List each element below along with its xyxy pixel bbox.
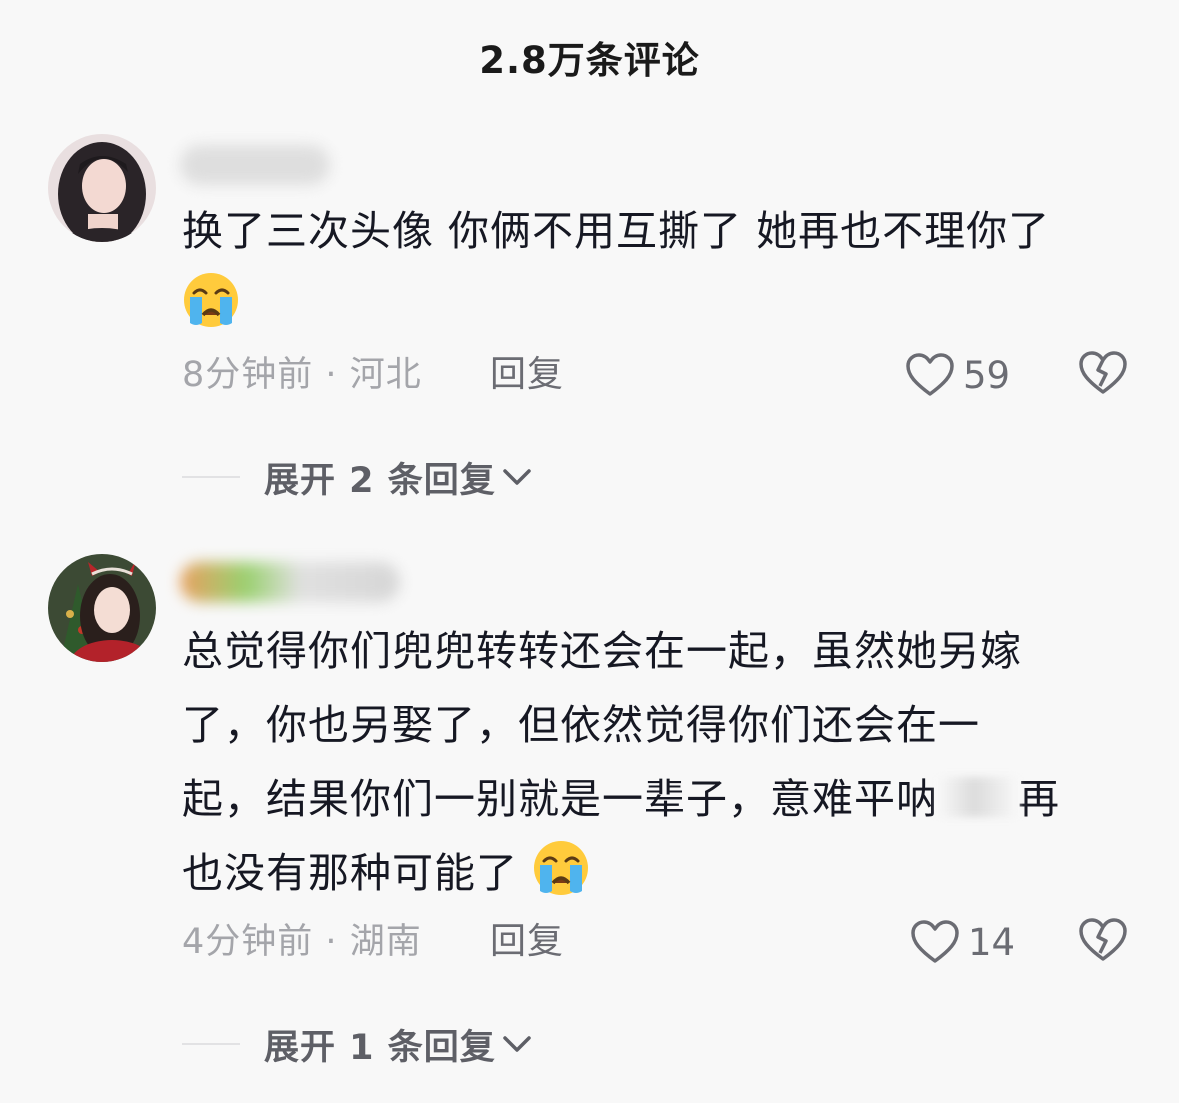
comment-text-line: 总觉得你们兜兜转转还会在一起，虽然她另嫁 (182, 627, 1022, 675)
heart-outline-icon (911, 920, 959, 963)
comment-text: 换了三次头像 你俩不用互撕了 她再也不理你了 (182, 194, 1122, 342)
expand-replies-button[interactable]: 展开 1 条回复 (182, 1019, 534, 1069)
comment-text-line: 也没有那种可能了 (182, 849, 518, 897)
comment-meta: 4分钟前 · 湖南 (182, 922, 422, 962)
chevron-down-icon (502, 469, 531, 485)
expand-replies-label: 展开 1 条回复 (264, 1027, 496, 1068)
comment-location: 湖南 (349, 922, 422, 962)
dislike-button[interactable] (1078, 917, 1128, 967)
comment-time: 8分钟前 (182, 355, 314, 395)
crying-face-emoji-icon (182, 271, 240, 329)
broken-heart-icon (1079, 918, 1127, 961)
reply-button[interactable]: 回复 (490, 917, 564, 967)
username-blurred[interactable] (180, 562, 400, 602)
reply-button[interactable]: 回复 (490, 350, 564, 400)
crying-face-emoji-icon (532, 839, 590, 897)
like-count: 59 (963, 353, 1011, 397)
divider-line (182, 1043, 240, 1045)
expand-replies-button[interactable]: 展开 2 条回复 (182, 452, 534, 502)
username-blurred[interactable] (180, 145, 330, 185)
comment-location: 河北 (349, 355, 422, 395)
comment-count-title: 2.8万条评论 (479, 39, 700, 82)
dislike-button[interactable] (1078, 350, 1128, 400)
comment-text-line: 起，结果你们一别就是一辈子，意难平呐 (182, 775, 938, 823)
comment-text-line: 再 (1018, 775, 1060, 823)
comment-meta: 8分钟前 · 河北 (182, 355, 422, 395)
like-button[interactable]: 14 (910, 917, 1015, 967)
avatar[interactable] (48, 134, 156, 242)
comment-time: 4分钟前 (182, 922, 314, 962)
broken-heart-icon (1079, 351, 1127, 394)
chevron-down-icon (502, 1036, 531, 1052)
like-count: 14 (968, 920, 1016, 964)
comment-text-line: 了，你也另娶了，但依然觉得你们还会在一 (182, 701, 980, 749)
blurred-mention (938, 777, 1018, 817)
heart-outline-icon (906, 353, 954, 396)
expand-replies-label: 展开 2 条回复 (264, 460, 496, 501)
comment-text: 总觉得你们兜兜转转还会在一起，虽然她另嫁 了，你也另娶了，但依然觉得你们还会在一… (182, 614, 1122, 910)
divider-line (182, 476, 240, 478)
avatar[interactable] (48, 554, 156, 662)
like-button[interactable]: 59 (905, 350, 1010, 400)
comment-text-line: 换了三次头像 你俩不用互撕了 她再也不理你了 (182, 207, 1051, 255)
